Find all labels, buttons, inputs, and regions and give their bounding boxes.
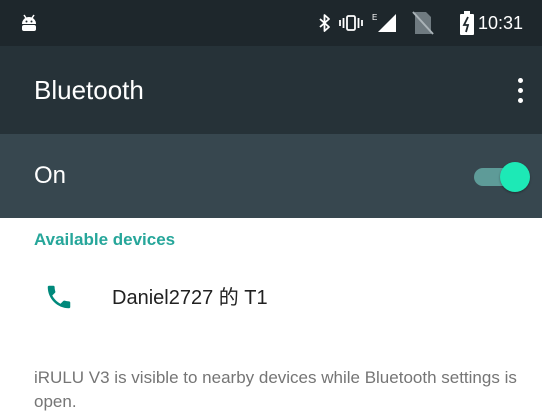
android-icon	[20, 0, 38, 46]
bluetooth-switch[interactable]	[472, 160, 532, 194]
battery-icon	[460, 0, 474, 46]
signal-icon: E	[370, 0, 398, 46]
bluetooth-icon	[318, 0, 332, 46]
vibrate-icon	[338, 0, 364, 46]
page-title: Bluetooth	[34, 75, 144, 105]
app-bar: Bluetooth	[0, 46, 542, 134]
svg-text:E: E	[372, 13, 377, 22]
bluetooth-toggle-row[interactable]: On	[0, 134, 542, 218]
available-devices-header: Available devices	[34, 230, 176, 249]
no-sim-icon	[412, 0, 434, 46]
switch-thumb	[500, 162, 530, 192]
status-bar: E 10:31	[0, 0, 542, 46]
phone-icon	[44, 282, 74, 312]
device-name: Daniel2727 的 T1	[112, 287, 268, 309]
list-item[interactable]: Daniel2727 的 T1	[0, 268, 542, 328]
toggle-label: On	[34, 162, 67, 189]
visibility-note: iRULU V3 is visible to nearby devices wh…	[34, 368, 517, 411]
status-time: 10:31	[478, 12, 524, 33]
bluetooth-settings-screen: E 10:31 Bluetooth On Available devices D…	[0, 0, 542, 415]
overflow-menu-icon[interactable]	[508, 72, 532, 108]
